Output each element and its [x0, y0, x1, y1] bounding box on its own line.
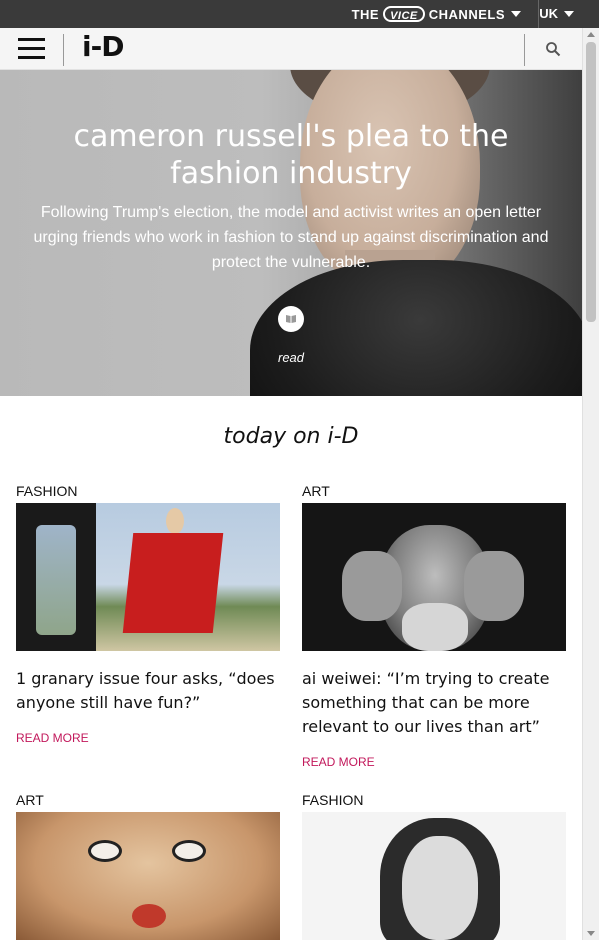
- read-more-link[interactable]: READ MORE: [16, 731, 280, 745]
- hamburger-menu-icon[interactable]: [18, 38, 45, 60]
- section-title: today on i-D: [223, 424, 359, 449]
- region-selector[interactable]: UK: [539, 6, 574, 21]
- article-card[interactable]: FASHION: [302, 792, 566, 940]
- site-logo[interactable]: i-D: [82, 30, 124, 63]
- hero-summary: Following Trump's election, the model an…: [33, 204, 549, 271]
- book-icon: [286, 315, 296, 323]
- card-image[interactable]: [302, 503, 566, 651]
- card-image[interactable]: [302, 812, 566, 940]
- channels-label: CHANNELS: [428, 6, 505, 22]
- chevron-down-icon: [511, 11, 521, 17]
- scroll-down-arrow-icon[interactable]: [587, 931, 595, 936]
- page-scrollbar[interactable]: [582, 28, 599, 940]
- card-image[interactable]: [16, 503, 280, 651]
- card-category[interactable]: FASHION: [302, 792, 566, 812]
- card-headline[interactable]: 1 granary issue four asks, “does anyone …: [16, 667, 280, 715]
- read-label[interactable]: read: [268, 350, 314, 365]
- card-image[interactable]: [16, 812, 280, 940]
- read-button[interactable]: [278, 306, 304, 332]
- vice-logo: VICE: [383, 6, 425, 22]
- article-card[interactable]: FASHION 1 granary issue four asks, “does…: [16, 483, 280, 745]
- hero-title[interactable]: cameron russell's plea to the fashion in…: [0, 118, 582, 192]
- chevron-down-icon: [564, 10, 574, 17]
- region-label: UK: [539, 6, 558, 21]
- card-category[interactable]: ART: [302, 483, 566, 503]
- site-header: i-D: [0, 28, 582, 70]
- header-divider: [524, 34, 525, 66]
- vice-prefix: THE: [351, 6, 380, 22]
- article-card[interactable]: ART ai weiwei: “I’m trying to create som…: [302, 483, 566, 769]
- vice-channels-bar: THE VICE CHANNELS UK: [0, 0, 599, 28]
- card-category[interactable]: FASHION: [16, 483, 280, 503]
- read-more-link[interactable]: READ MORE: [302, 755, 566, 769]
- article-card[interactable]: ART: [16, 792, 280, 940]
- card-headline[interactable]: ai weiwei: “I’m trying to create somethi…: [302, 667, 566, 739]
- header-divider: [63, 34, 64, 66]
- card-category[interactable]: ART: [16, 792, 280, 812]
- hero-feature[interactable]: cameron russell's plea to the fashion in…: [0, 70, 582, 396]
- scrollbar-thumb[interactable]: [586, 42, 596, 322]
- vice-channels-dropdown[interactable]: THE VICE CHANNELS: [352, 6, 521, 22]
- search-icon[interactable]: [545, 41, 561, 57]
- scroll-up-arrow-icon[interactable]: [587, 32, 595, 37]
